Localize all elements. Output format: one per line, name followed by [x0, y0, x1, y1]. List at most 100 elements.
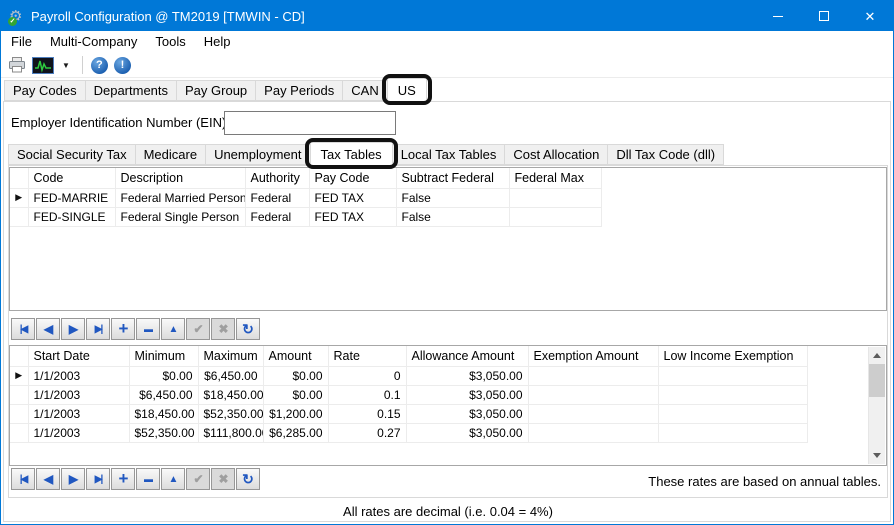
- cell[interactable]: FED-SINGLE: [28, 207, 115, 226]
- column-header[interactable]: Exemption Amount: [528, 346, 658, 366]
- insert-record-button[interactable]: +: [111, 318, 135, 340]
- print-button[interactable]: [5, 54, 29, 76]
- column-header[interactable]: Code: [28, 168, 115, 188]
- cell[interactable]: $111,800.00: [198, 423, 263, 442]
- column-header[interactable]: Subtract Federal: [396, 168, 509, 188]
- cell[interactable]: [528, 366, 658, 385]
- cell[interactable]: Federal Single Person: [115, 207, 245, 226]
- maximize-button[interactable]: [801, 1, 847, 31]
- cell[interactable]: $0.00: [129, 366, 198, 385]
- cell[interactable]: [658, 385, 807, 404]
- tab-tax-tables[interactable]: Tax Tables: [310, 142, 393, 166]
- cancel-record-button[interactable]: ✖: [211, 318, 235, 340]
- cell[interactable]: [528, 423, 658, 442]
- vertical-scrollbar[interactable]: [868, 347, 885, 464]
- cell[interactable]: 1/1/2003: [28, 366, 129, 385]
- column-header[interactable]: Low Income Exemption: [658, 346, 807, 366]
- tab-cost-allocation[interactable]: Cost Allocation: [504, 144, 608, 165]
- cell[interactable]: 1/1/2003: [28, 423, 129, 442]
- cell[interactable]: [658, 366, 807, 385]
- ein-input[interactable]: [224, 111, 396, 135]
- cell[interactable]: $18,450.00: [198, 385, 263, 404]
- cell[interactable]: Federal: [245, 188, 309, 207]
- table-row[interactable]: 1/1/2003$18,450.00$52,350.00$1,200.000.1…: [10, 404, 807, 423]
- menu-tools[interactable]: Tools: [146, 31, 194, 53]
- cell[interactable]: Federal: [245, 207, 309, 226]
- column-header[interactable]: Federal Max: [509, 168, 601, 188]
- cell[interactable]: 0: [328, 366, 406, 385]
- column-header[interactable]: Allowance Amount: [406, 346, 528, 366]
- column-header[interactable]: Description: [115, 168, 245, 188]
- post-record-button[interactable]: ✔: [186, 318, 210, 340]
- scroll-down-button[interactable]: [869, 447, 885, 464]
- cell[interactable]: False: [396, 188, 509, 207]
- prior-record-button[interactable]: ◀: [36, 318, 60, 340]
- menu-multi-company[interactable]: Multi-Company: [41, 31, 146, 53]
- cell[interactable]: [658, 423, 807, 442]
- table-row[interactable]: FED-SINGLEFederal Single PersonFederalFE…: [10, 207, 601, 226]
- column-header[interactable]: Rate: [328, 346, 406, 366]
- first-record-button[interactable]: |◀: [11, 468, 35, 490]
- insert-record-button[interactable]: +: [111, 468, 135, 490]
- next-record-button[interactable]: ▶: [61, 318, 85, 340]
- edit-record-button[interactable]: ▲: [161, 468, 185, 490]
- cell[interactable]: [509, 207, 601, 226]
- tab-pay-codes[interactable]: Pay Codes: [4, 80, 86, 101]
- column-header[interactable]: Maximum: [198, 346, 263, 366]
- column-header[interactable]: Start Date: [28, 346, 129, 366]
- cell[interactable]: 0.27: [328, 423, 406, 442]
- delete-record-button[interactable]: ▬: [136, 318, 160, 340]
- cell[interactable]: Federal Married Person: [115, 188, 245, 207]
- delete-record-button[interactable]: ▬: [136, 468, 160, 490]
- cell[interactable]: $0.00: [263, 385, 328, 404]
- last-record-button[interactable]: ▶|: [86, 468, 110, 490]
- column-header[interactable]: Amount: [263, 346, 328, 366]
- tab-unemployment[interactable]: Unemployment: [205, 144, 310, 165]
- edit-record-button[interactable]: ▲: [161, 318, 185, 340]
- about-button[interactable]: !: [111, 54, 134, 76]
- table-row[interactable]: ▶FED-MARRIEFederal Married PersonFederal…: [10, 188, 601, 207]
- prior-record-button[interactable]: ◀: [36, 468, 60, 490]
- cell[interactable]: $52,350.00: [129, 423, 198, 442]
- tab-us[interactable]: US: [387, 78, 427, 102]
- table-row[interactable]: 1/1/2003$52,350.00$111,800.00$6,285.000.…: [10, 423, 807, 442]
- cell[interactable]: 0.15: [328, 404, 406, 423]
- cancel-record-button[interactable]: ✖: [211, 468, 235, 490]
- cell[interactable]: $3,050.00: [406, 366, 528, 385]
- cell[interactable]: [528, 385, 658, 404]
- menu-help[interactable]: Help: [195, 31, 240, 53]
- tab-local-tax-tables[interactable]: Local Tax Tables: [392, 144, 506, 165]
- cell[interactable]: $6,285.00: [263, 423, 328, 442]
- cell[interactable]: $6,450.00: [129, 385, 198, 404]
- cell[interactable]: FED TAX: [309, 188, 396, 207]
- tab-pay-periods[interactable]: Pay Periods: [255, 80, 343, 101]
- scrollbar-thumb[interactable]: [869, 364, 885, 397]
- tab-medicare[interactable]: Medicare: [135, 144, 206, 165]
- refresh-record-button[interactable]: ↻: [236, 468, 260, 490]
- cell[interactable]: $3,050.00: [406, 404, 528, 423]
- column-header[interactable]: Pay Code: [309, 168, 396, 188]
- table-row[interactable]: ▶1/1/2003$0.00$6,450.00$0.000$3,050.00: [10, 366, 807, 385]
- cell[interactable]: [658, 404, 807, 423]
- cell[interactable]: $0.00: [263, 366, 328, 385]
- last-record-button[interactable]: ▶|: [86, 318, 110, 340]
- column-header[interactable]: Minimum: [129, 346, 198, 366]
- first-record-button[interactable]: |◀: [11, 318, 35, 340]
- tab-dll-tax-code-dll[interactable]: Dll Tax Code (dll): [607, 144, 724, 165]
- cell[interactable]: $6,450.00: [198, 366, 263, 385]
- refresh-record-button[interactable]: ↻: [236, 318, 260, 340]
- cell[interactable]: $3,050.00: [406, 423, 528, 442]
- cell[interactable]: 1/1/2003: [28, 404, 129, 423]
- post-record-button[interactable]: ✔: [186, 468, 210, 490]
- title-bar[interactable]: ⚙✓ Payroll Configuration @ TM2019 [TMWIN…: [1, 1, 893, 31]
- tab-social-security-tax[interactable]: Social Security Tax: [8, 144, 136, 165]
- minimize-button[interactable]: [755, 1, 801, 31]
- cell[interactable]: $1,200.00: [263, 404, 328, 423]
- scroll-up-button[interactable]: [869, 347, 885, 364]
- cell[interactable]: $52,350.00: [198, 404, 263, 423]
- cell[interactable]: $3,050.00: [406, 385, 528, 404]
- cell[interactable]: $18,450.00: [129, 404, 198, 423]
- cell[interactable]: 0.1: [328, 385, 406, 404]
- tm-screen-button[interactable]: [29, 54, 57, 76]
- tab-can[interactable]: CAN: [342, 80, 387, 101]
